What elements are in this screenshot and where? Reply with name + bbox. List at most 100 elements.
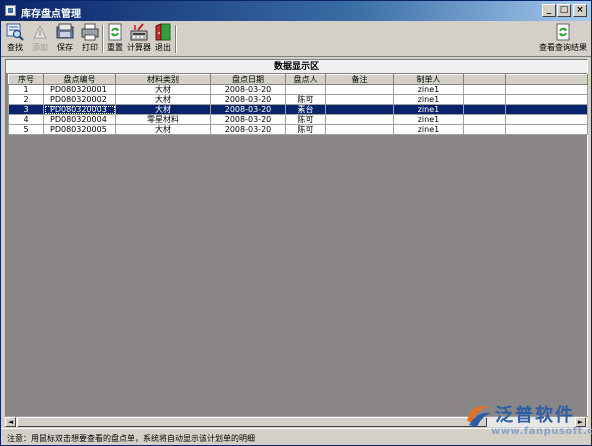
- counter-cell: 陈可: [285, 94, 326, 105]
- brand-name: 泛普软件: [495, 405, 575, 426]
- calculator-button[interactable]: 计算器: [127, 22, 151, 55]
- column-header[interactable]: 盘点编号: [43, 74, 116, 85]
- printer-icon: [80, 23, 100, 41]
- column-header[interactable]: 备注: [325, 74, 394, 85]
- empty-cell: [505, 104, 588, 115]
- data-display-panel: 数据显示区 序号 盘点编号 材料类别 盘点日期 盘点人 备注 制单人 1 PD0…: [5, 59, 588, 426]
- scroll-left-icon[interactable]: ◄: [5, 417, 16, 427]
- row-number-cell: 2: [8, 94, 44, 105]
- view-result-label: 查看查询结果: [539, 43, 587, 52]
- row-number-cell: 5: [8, 124, 44, 135]
- add-button[interactable]: 添加: [29, 22, 51, 55]
- close-button[interactable]: ×: [573, 4, 587, 17]
- find-button[interactable]: 查找: [4, 22, 26, 55]
- counter-cell: 陈可: [285, 114, 326, 125]
- app-icon: [5, 5, 16, 16]
- count-date-cell: 2008-03-20: [210, 104, 286, 115]
- exit-label: 退出: [155, 43, 171, 52]
- save-button[interactable]: 保存: [54, 22, 76, 55]
- remark-cell: [325, 94, 394, 105]
- exit-door-icon: [153, 23, 173, 41]
- creator-cell: zine1: [393, 124, 464, 135]
- count-id-cell: PD080320004: [43, 114, 116, 125]
- count-date-cell: 2008-03-20: [210, 84, 286, 95]
- reset-button[interactable]: 重置: [105, 22, 125, 55]
- column-header[interactable]: 材料类别: [115, 74, 211, 85]
- brand-url: www.fanpusoft.com: [491, 426, 592, 437]
- counter-cell: 陈可: [285, 124, 326, 135]
- maximize-button[interactable]: □: [557, 4, 571, 17]
- row-number-cell: 4: [8, 114, 44, 125]
- material-category-cell: 零星材料: [115, 114, 211, 125]
- minimize-button[interactable]: _: [542, 4, 556, 17]
- remark-cell: [325, 104, 394, 115]
- table-row[interactable]: 2 PD080320002 大材 2008-03-20 陈可 zine1: [8, 94, 588, 105]
- remark-cell: [325, 114, 394, 125]
- toolbar: 查找 添加 保存 打印 重置 计算器 退出 查看查询结果: [1, 21, 591, 57]
- table-row[interactable]: 1 PD080320001 大材 2008-03-20 zine1: [8, 84, 588, 95]
- remark-cell: [325, 124, 394, 135]
- material-category-cell: 大材: [115, 124, 211, 135]
- print-button[interactable]: 打印: [79, 22, 101, 55]
- remark-cell: [325, 84, 394, 95]
- empty-cell: [505, 124, 588, 135]
- toolbar-separator: [175, 25, 177, 53]
- calculator-label: 计算器: [127, 43, 151, 52]
- add-label: 添加: [32, 43, 48, 52]
- count-date-cell: 2008-03-20: [210, 114, 286, 125]
- column-header[interactable]: 盘点日期: [210, 74, 286, 85]
- calculator-icon: [129, 23, 149, 41]
- reset-label: 重置: [107, 43, 123, 52]
- creator-cell: zine1: [393, 104, 464, 115]
- app-window: 库存盘点管理 _ □ × 查找 添加 保存 打印 重置 计算器 退出 查看查询结…: [0, 0, 592, 446]
- empty-cell: [505, 84, 588, 95]
- add-icon: [30, 23, 50, 41]
- panel-title: 数据显示区: [6, 60, 587, 74]
- title-bar[interactable]: 库存盘点管理 _ □ ×: [1, 1, 591, 21]
- brand-logo-icon: [463, 401, 493, 429]
- count-id-cell: PD080320002: [43, 94, 116, 105]
- view-result-button[interactable]: 查看查询结果: [539, 22, 587, 55]
- status-text: 注意：用鼠标双击想要查看的盘点单，系统将自动显示该计划单的明细: [7, 434, 255, 443]
- empty-cell: [463, 84, 506, 95]
- print-label: 打印: [82, 43, 98, 52]
- column-header[interactable]: [463, 74, 506, 85]
- empty-cell: [463, 104, 506, 115]
- window-title: 库存盘点管理: [21, 9, 81, 20]
- counter-cell: 素台: [285, 104, 326, 115]
- table-row[interactable]: 5 PD080320005 大材 2008-03-20 陈可 zine1: [8, 124, 588, 135]
- count-id-cell: PD080320005: [43, 124, 116, 135]
- creator-cell: zine1: [393, 94, 464, 105]
- material-category-cell: 大材: [115, 84, 211, 95]
- refresh-document-icon: [553, 23, 573, 41]
- scrollbar-thumb[interactable]: [17, 417, 487, 427]
- save-icon: [55, 23, 75, 41]
- row-number-cell: 3: [8, 104, 44, 115]
- refresh-icon: [105, 23, 125, 41]
- column-header[interactable]: 盘点人: [285, 74, 326, 85]
- empty-cell: [463, 94, 506, 105]
- grid-header-row: 序号 盘点编号 材料类别 盘点日期 盘点人 备注 制单人: [8, 74, 588, 85]
- data-grid[interactable]: 序号 盘点编号 材料类别 盘点日期 盘点人 备注 制单人 1 PD0803200…: [8, 74, 588, 135]
- search-icon: [5, 23, 25, 41]
- column-header[interactable]: 序号: [8, 74, 44, 85]
- toolbar-separator: [102, 25, 104, 53]
- empty-cell: [463, 124, 506, 135]
- material-category-cell: 大材: [115, 104, 211, 115]
- column-header[interactable]: [505, 74, 588, 85]
- empty-cell: [463, 114, 506, 125]
- column-header[interactable]: 制单人: [393, 74, 464, 85]
- counter-cell: [285, 84, 326, 95]
- table-row-selected[interactable]: 3 PD080320003 大材 2008-03-20 素台 zine1: [8, 104, 588, 115]
- count-id-cell: PD080320003: [43, 104, 116, 115]
- count-id-cell: PD080320001: [43, 84, 116, 95]
- empty-cell: [505, 94, 588, 105]
- save-label: 保存: [57, 43, 73, 52]
- row-number-cell: 1: [8, 84, 44, 95]
- material-category-cell: 大材: [115, 94, 211, 105]
- find-label: 查找: [7, 43, 23, 52]
- count-date-cell: 2008-03-20: [210, 124, 286, 135]
- empty-cell: [505, 114, 588, 125]
- table-row[interactable]: 4 PD080320004 零星材料 2008-03-20 陈可 zine1: [8, 114, 588, 125]
- exit-button[interactable]: 退出: [153, 22, 173, 55]
